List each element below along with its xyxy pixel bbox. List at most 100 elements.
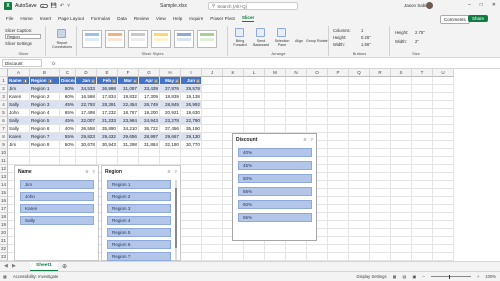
table-cell[interactable]: 36,998 [97, 85, 118, 93]
row-header[interactable]: 16 [0, 197, 8, 205]
region-slicer-item[interactable]: Region 7 [107, 252, 171, 261]
empty-cell[interactable] [307, 85, 328, 93]
size-height-value[interactable]: 2.75" [415, 30, 425, 35]
empty-cell[interactable] [307, 93, 328, 101]
empty-cell[interactable] [391, 165, 412, 173]
empty-cell[interactable] [349, 213, 370, 221]
empty-cell[interactable] [433, 109, 454, 117]
group-button[interactable]: Group [306, 39, 316, 43]
autosave-toggle[interactable] [39, 4, 48, 8]
empty-cell[interactable] [433, 197, 454, 205]
empty-cell[interactable] [349, 165, 370, 173]
empty-cell[interactable] [391, 93, 412, 101]
empty-cell[interactable] [433, 213, 454, 221]
empty-cell[interactable] [97, 149, 118, 157]
table-cell[interactable]: 30,943 [97, 141, 118, 149]
empty-cell[interactable] [412, 85, 433, 93]
table-cell[interactable]: 45% [60, 101, 76, 109]
table-cell[interactable]: 26,749 [139, 101, 160, 109]
empty-cell[interactable] [370, 165, 391, 173]
menu-review[interactable]: Review [134, 15, 149, 22]
discount-slicer-item[interactable]: 60% [238, 200, 312, 209]
empty-cell[interactable] [202, 101, 223, 109]
region-slicer-scrollbar[interactable] [175, 180, 177, 260]
empty-cell[interactable] [328, 197, 349, 205]
column-header[interactable]: O [307, 69, 328, 77]
table-cell[interactable]: 34,210 [118, 125, 139, 133]
table-cell[interactable]: 55% [60, 133, 76, 141]
row-header[interactable]: 14 [0, 181, 8, 189]
empty-cell[interactable] [307, 77, 328, 85]
empty-cell[interactable] [244, 77, 265, 85]
normal-view-icon[interactable]: ▦ [393, 274, 397, 279]
comments-button[interactable]: Comments [440, 15, 470, 24]
empty-cell[interactable] [244, 125, 265, 133]
table-header-cell[interactable]: Feb ▾ [97, 77, 118, 85]
column-header[interactable]: Q [349, 69, 370, 77]
empty-cell[interactable] [202, 93, 223, 101]
row-header[interactable]: 11 [0, 157, 8, 165]
clear-filter-icon[interactable]: ▿ [310, 137, 313, 143]
empty-cell[interactable] [412, 133, 433, 141]
table-cell[interactable]: 22,793 [76, 101, 97, 109]
table-cell[interactable]: 19,138 [181, 93, 202, 101]
zoom-in-icon[interactable]: + [477, 274, 479, 279]
empty-cell[interactable] [181, 237, 202, 245]
empty-cell[interactable] [181, 229, 202, 237]
empty-cell[interactable] [223, 93, 244, 101]
empty-cell[interactable] [181, 205, 202, 213]
empty-cell[interactable] [349, 245, 370, 253]
empty-cell[interactable] [391, 101, 412, 109]
close-icon[interactable]: ✕ [492, 2, 496, 8]
empty-cell[interactable] [433, 125, 454, 133]
table-cell[interactable]: 29,823 [76, 133, 97, 141]
empty-cell[interactable] [412, 93, 433, 101]
empty-cell[interactable] [391, 117, 412, 125]
menu-home[interactable]: Home [20, 15, 32, 22]
empty-cell[interactable] [202, 133, 223, 141]
table-cell[interactable]: John [8, 109, 30, 117]
empty-cell[interactable] [349, 141, 370, 149]
table-cell[interactable]: Region 3 [30, 101, 60, 109]
table-cell[interactable]: 28,391 [97, 101, 118, 109]
empty-cell[interactable] [328, 93, 349, 101]
empty-cell[interactable] [202, 237, 223, 245]
empty-cell[interactable] [244, 253, 265, 261]
chevron-down-icon[interactable]: ˅ [67, 3, 70, 9]
share-button[interactable]: Share [468, 15, 489, 22]
empty-cell[interactable] [412, 245, 433, 253]
empty-cell[interactable] [328, 133, 349, 141]
multi-select-icon[interactable]: ≡ [304, 137, 307, 143]
empty-cell[interactable] [370, 133, 391, 141]
column-header[interactable]: A [8, 69, 30, 77]
table-header-cell[interactable]: Region ▾ [30, 77, 60, 85]
table-cell[interactable]: Region 8 [30, 141, 60, 149]
table-cell[interactable]: 32,190 [160, 141, 181, 149]
empty-cell[interactable] [328, 141, 349, 149]
table-cell[interactable]: Karen [8, 133, 30, 141]
empty-cell[interactable] [181, 149, 202, 157]
accessibility-status[interactable]: Accessibility: Investigate [13, 274, 58, 279]
empty-cell[interactable] [328, 237, 349, 245]
empty-cell[interactable] [60, 149, 76, 157]
empty-cell[interactable] [328, 101, 349, 109]
empty-cell[interactable] [76, 149, 97, 157]
region-slicer-item[interactable]: Region 4 [107, 216, 171, 225]
table-cell[interactable]: Sally [8, 117, 30, 125]
table-header-cell[interactable]: Name ▾ [8, 77, 30, 85]
empty-cell[interactable] [412, 109, 433, 117]
empty-cell[interactable] [412, 173, 433, 181]
multi-select-icon[interactable]: ≡ [86, 169, 89, 175]
table-cell[interactable]: 18,839 [160, 93, 181, 101]
table-cell[interactable]: 28,845 [160, 101, 181, 109]
empty-cell[interactable] [328, 205, 349, 213]
empty-cell[interactable] [433, 77, 454, 85]
table-cell[interactable]: 22,454 [118, 101, 139, 109]
empty-cell[interactable] [181, 245, 202, 253]
table-cell[interactable]: 28,997 [139, 133, 160, 141]
empty-cell[interactable] [181, 221, 202, 229]
empty-cell[interactable] [349, 157, 370, 165]
row-header[interactable]: 17 [0, 205, 8, 213]
empty-cell[interactable] [244, 109, 265, 117]
region-slicer-item[interactable]: Region 2 [107, 192, 171, 201]
